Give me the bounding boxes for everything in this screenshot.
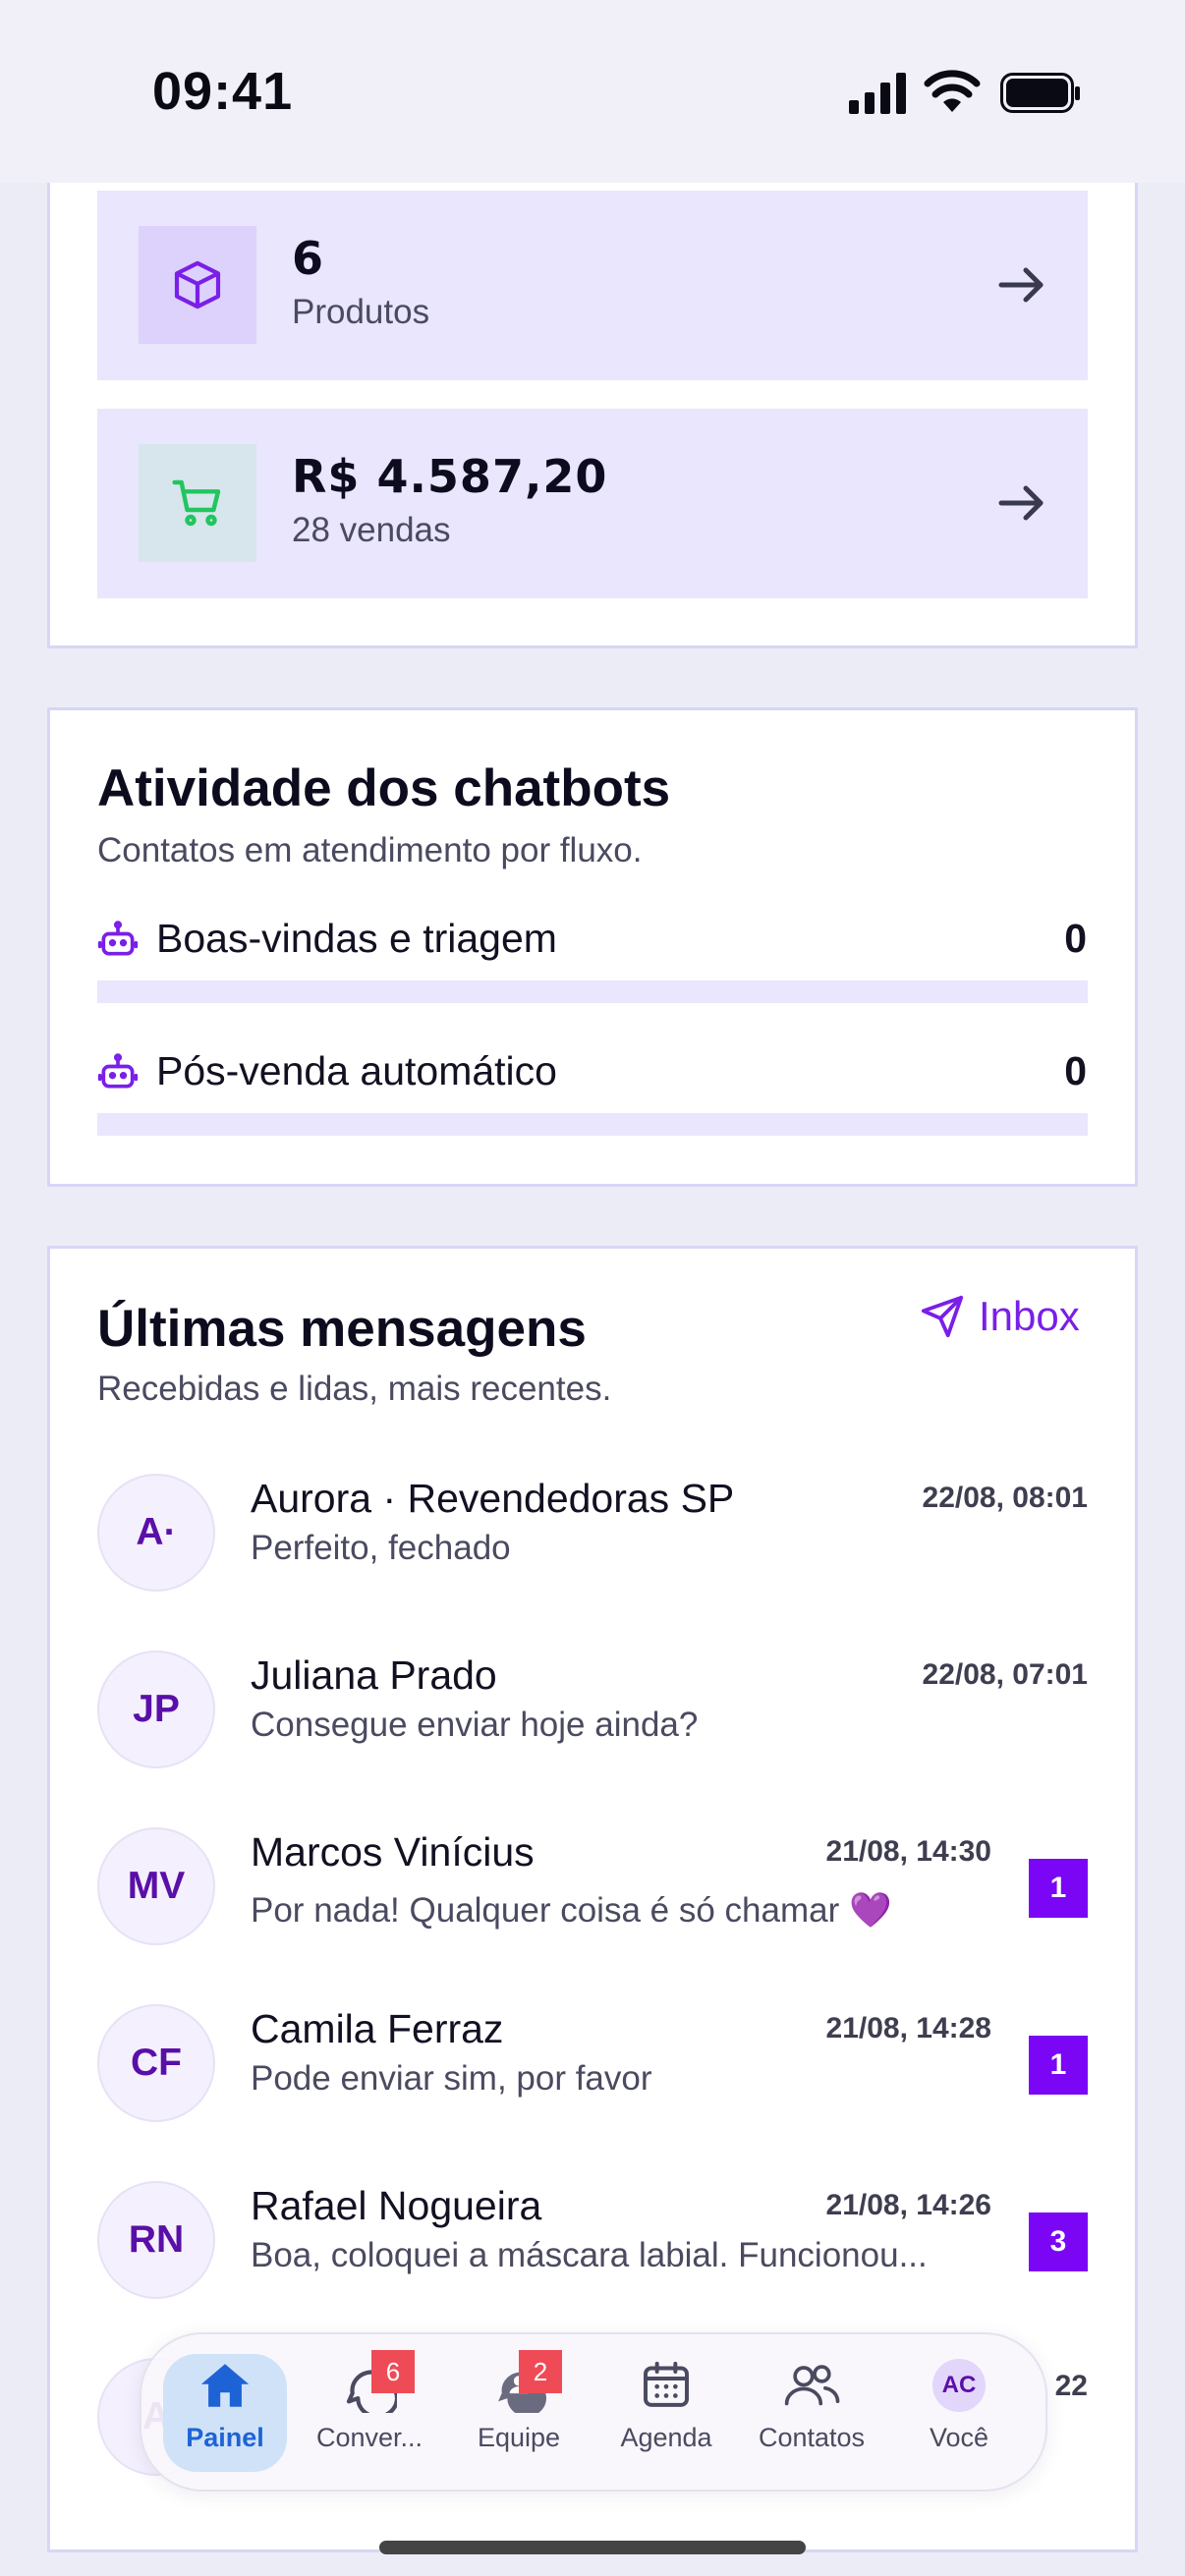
list-item[interactable]: JP Juliana Prado Consegue enviar hoje ai… [97,1639,1088,1786]
home-indicator [379,2541,806,2554]
message-preview: Boa, coloquei a máscara labial. Funciono… [251,2236,928,2274]
cart-icon [139,444,256,562]
box-icon [139,226,256,344]
list-item[interactable]: CF Camila Ferraz Pode enviar sim, por fa… [97,1992,1088,2140]
message-preview: Por nada! Qualquer coisa é só chamar 💜 [251,1891,892,1930]
contact-name: Juliana Prado [251,1652,497,1698]
messages-subtitle: Recebidas e lidas, mais recentes. [97,1370,612,1408]
list-item[interactable]: A· Aurora · Revendedoras SP Perfeito, fe… [97,1462,1088,1609]
sales-total: R$ 4.587,20 [292,450,608,503]
tab-label: Conver... [315,2423,423,2452]
list-item[interactable]: RN Rafael Nogueira Boa, coloquei a másca… [97,2169,1088,2317]
message-time: 22/08, 07:01 [922,1658,1088,1691]
wifi-icon [924,70,981,112]
products-label: Produtos [292,293,430,331]
flow-label: Boas-vindas e triagem [156,916,557,961]
products-count: 6 [292,232,325,285]
flow-progress-bar [97,980,1088,1003]
flow-count: 0 [1064,916,1087,961]
tab-label: Agenda [620,2423,712,2452]
chatbots-title: Atividade dos chatbots [97,759,671,817]
avatar: AC [932,2359,986,2412]
user-avatar-icon: AC [932,2354,986,2417]
tab-agenda[interactable]: Agenda [607,2354,725,2472]
battery-icon [1000,73,1080,113]
unread-badge: 1 [1029,2036,1088,2095]
avatar: JP [97,1651,215,1768]
contact-name: Marcos Vinícius [251,1829,535,1875]
tab-label: Contatos [758,2423,866,2452]
arrow-right-icon [998,485,1044,521]
sales-stat-row[interactable]: R$ 4.587,20 28 vendas [97,409,1088,598]
send-icon [921,1295,964,1338]
message-time: 22/08, 08:01 [922,1482,1088,1514]
inbox-label: Inbox [979,1293,1080,1339]
message-time: 21/08, 14:30 [825,1835,991,1868]
tab-equipe[interactable]: Equipe 2 [460,2350,578,2472]
tab-voce[interactable]: AC Você [900,2354,1018,2472]
tab-contatos[interactable]: Contatos [753,2354,871,2472]
sales-count: 28 vendas [292,511,451,549]
signal-icon [849,73,906,114]
home-icon [197,2354,254,2417]
contact-name: Camila Ferraz [251,2006,504,2051]
tab-painel[interactable]: Painel [163,2354,287,2472]
message-preview: Perfeito, fechado [251,1529,511,1567]
tab-label: Painel [186,2423,264,2452]
flow-label: Pós-venda automático [156,1048,557,1093]
calendar-icon [639,2354,694,2417]
avatar: RN [97,2181,215,2299]
status-time: 09:41 [152,62,294,121]
messages-title: Últimas mensagens [97,1300,587,1358]
bot-icon [97,921,139,956]
status-bar: 09:41 [0,0,1185,183]
tab-bar: Painel Conver... 6 Equipe 2 Agenda Conta… [140,2332,1047,2492]
avatar: MV [97,1827,215,1945]
message-time: 21/08, 14:26 [825,2189,991,2221]
contacts-icon [782,2354,841,2417]
message-preview: Consegue enviar hoje ainda? [251,1706,699,1744]
tab-badge: 2 [519,2350,562,2393]
inbox-link[interactable]: Inbox [920,1293,1080,1340]
products-stat-row[interactable]: 6 Produtos [97,191,1088,380]
message-preview: Pode enviar sim, por favor [251,2059,652,2098]
chatbots-subtitle: Contatos em atendimento por fluxo. [97,831,643,869]
tab-label: Equipe [477,2423,561,2452]
arrow-right-icon [998,267,1044,303]
tab-conversas[interactable]: Conver... 6 [310,2350,428,2472]
unread-badge: 1 [1029,1859,1088,1918]
list-item[interactable]: MV Marcos Vinícius Por nada! Qualquer co… [97,1816,1088,1963]
flow-count: 0 [1064,1048,1087,1093]
tab-badge: 6 [371,2350,415,2393]
unread-badge: 3 [1029,2212,1088,2271]
bot-icon [97,1053,139,1089]
avatar: CF [97,2004,215,2122]
message-time: 21/08, 14:28 [825,2012,991,2044]
avatar: A· [97,1474,215,1592]
contact-name: Aurora · Revendedoras SP [251,1476,735,1521]
flow-progress-bar [97,1113,1088,1136]
contact-name: Rafael Nogueira [251,2183,542,2228]
tab-label: Você [929,2423,989,2452]
